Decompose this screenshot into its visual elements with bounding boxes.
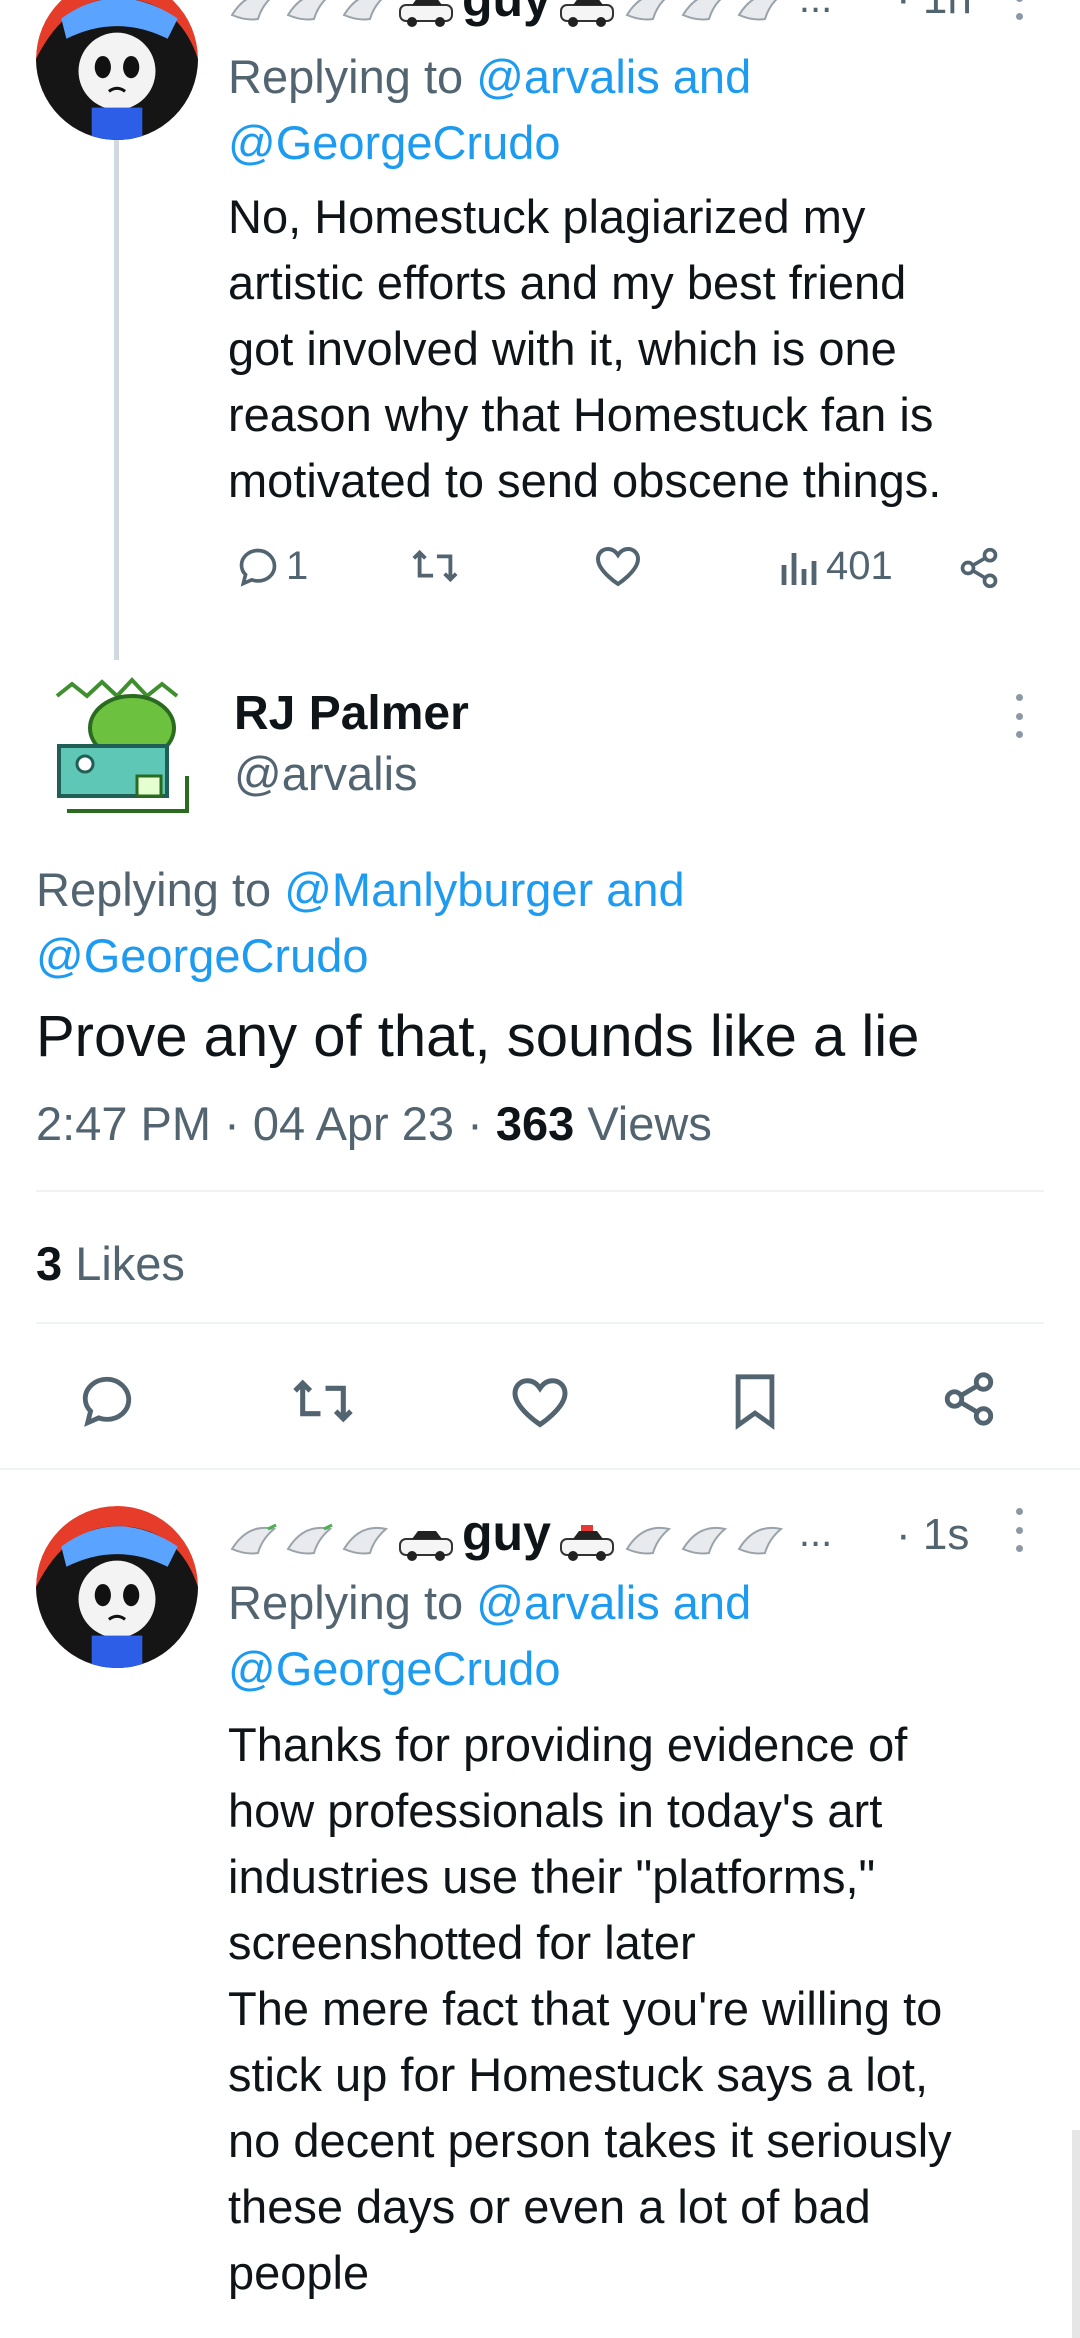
reply-button[interactable]: 1 <box>236 544 308 589</box>
timestamp[interactable]: · 1s <box>896 1510 969 1560</box>
tweet-meta: 2:47 PM · 04 Apr 23 · 363 Views <box>36 1097 712 1150</box>
police-car-emoji <box>396 1515 456 1561</box>
display-name-row[interactable]: guy ... <box>228 0 832 28</box>
more-icon[interactable] <box>1008 1508 1030 1552</box>
display-name[interactable]: guy <box>462 1504 551 1562</box>
tweet-body: Prove any of that, sounds like a lie <box>36 1004 920 1069</box>
likes-count: 3 <box>36 1237 63 1290</box>
like-button[interactable] <box>510 1374 570 1430</box>
reply-context: Replying to @arvalis and <box>228 1576 752 1629</box>
views-button[interactable]: 401 <box>780 544 893 589</box>
reply-context: Replying to @Manlyburger and <box>36 863 685 916</box>
name-ellipsis: ... <box>798 1510 833 1555</box>
reply-mention[interactable]: @GeorgeCrudo <box>228 1642 561 1695</box>
display-name-row[interactable]: guy ... <box>228 1504 832 1562</box>
reply-context-2: @GeorgeCrudo <box>228 110 561 176</box>
reply-mention[interactable]: @GeorgeCrudo <box>36 929 369 982</box>
dove-emoji <box>623 1513 673 1555</box>
reply-context-2: @GeorgeCrudo <box>36 922 369 990</box>
like-icon <box>595 546 641 587</box>
dove-emoji <box>623 0 673 21</box>
avatar[interactable] <box>36 1506 198 1668</box>
retweet-button[interactable] <box>290 1372 356 1430</box>
reply-context: Replying to @arvalis and <box>228 50 752 103</box>
dove-emoji <box>340 1513 390 1555</box>
divider <box>36 1190 1044 1192</box>
dove-emoji <box>679 0 729 21</box>
dove-emoji <box>228 1513 278 1555</box>
tweet-date[interactable]: 04 Apr 23 <box>253 1097 454 1150</box>
tweet-body: No, Homestuck plagiarized my artistic ef… <box>228 190 942 507</box>
reply-icon <box>82 1376 132 1427</box>
share-icon <box>960 547 998 589</box>
avatar[interactable] <box>36 0 198 140</box>
dove-emoji <box>340 0 390 21</box>
likes-summary[interactable]: 3 Likes <box>36 1236 185 1291</box>
retweet-icon <box>293 1379 353 1423</box>
timestamp[interactable]: · 1h <box>896 0 972 24</box>
share-icon <box>944 1372 994 1426</box>
divider <box>36 1322 1044 1324</box>
bookmark-button[interactable] <box>730 1372 780 1430</box>
display-name[interactable]: RJ Palmer <box>234 686 469 741</box>
tweet-time[interactable]: 2:47 PM <box>36 1097 211 1150</box>
scrollbar[interactable] <box>1072 2130 1080 2338</box>
police-car-emoji <box>557 0 617 27</box>
reply-mention[interactable]: @arvalis and <box>476 50 751 103</box>
tweet-body: Thanks for providing evidence of how pro… <box>228 1718 952 2299</box>
dove-emoji <box>735 1513 785 1555</box>
views-label: Views <box>587 1097 712 1150</box>
police-car-emoji <box>396 0 456 27</box>
views-icon <box>781 552 817 585</box>
reply-mention[interactable]: @GeorgeCrudo <box>228 116 561 169</box>
dove-emoji <box>284 0 334 21</box>
reply-context-2: @GeorgeCrudo <box>228 1636 561 1702</box>
retweet-icon <box>412 549 458 583</box>
display-name[interactable]: guy <box>462 0 551 28</box>
share-button[interactable] <box>940 1370 998 1428</box>
more-icon[interactable] <box>1008 0 1030 20</box>
avatar[interactable] <box>36 676 198 822</box>
share-button[interactable] <box>956 546 1002 590</box>
dove-emoji <box>679 1513 729 1555</box>
reply-mention[interactable]: @arvalis and <box>476 1576 751 1629</box>
police-car-emoji <box>557 1515 617 1561</box>
likes-label: Likes <box>75 1237 185 1290</box>
reply-mention[interactable]: @Manlyburger and <box>284 863 684 916</box>
name-ellipsis: ... <box>799 0 832 22</box>
reply-icon <box>239 548 277 587</box>
retweet-button[interactable] <box>410 544 460 588</box>
dove-emoji <box>735 0 785 21</box>
reply-count: 1 <box>286 544 309 588</box>
bookmark-icon <box>735 1374 775 1430</box>
like-icon <box>512 1378 568 1428</box>
like-button[interactable] <box>594 544 642 588</box>
dove-emoji <box>284 1513 334 1555</box>
reply-button[interactable] <box>78 1372 136 1430</box>
divider <box>0 1468 1080 1470</box>
views-count: 401 <box>826 544 893 588</box>
thread-connector <box>114 140 119 660</box>
views-count: 363 <box>495 1097 575 1150</box>
dove-emoji <box>228 0 278 21</box>
handle[interactable]: @arvalis <box>234 746 418 801</box>
more-icon[interactable] <box>1008 694 1030 738</box>
